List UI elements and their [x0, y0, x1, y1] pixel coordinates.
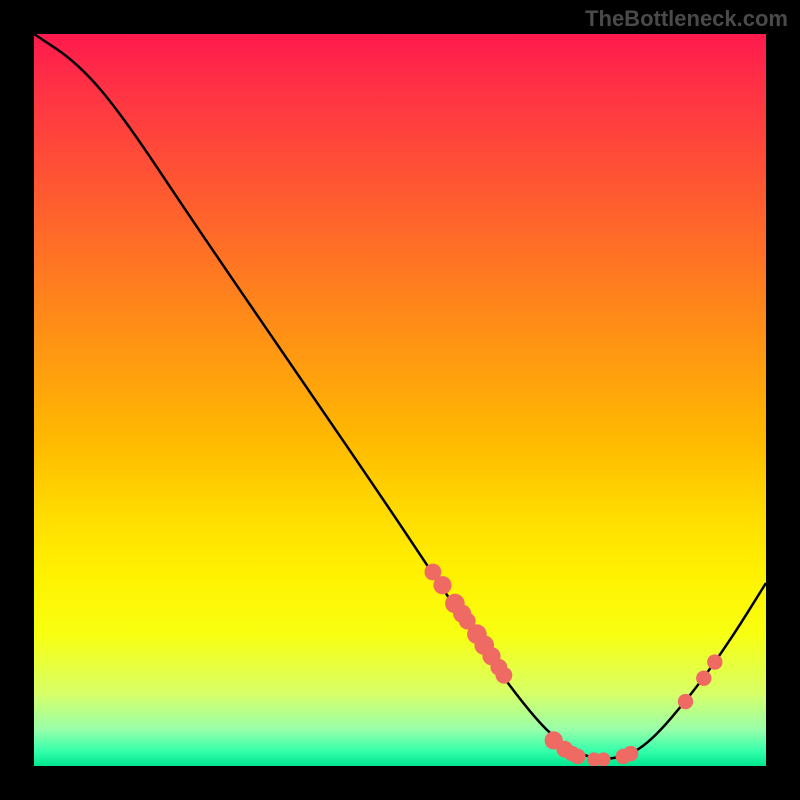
- data-point: [433, 576, 451, 594]
- curve-line: [34, 34, 766, 759]
- chart-container: TheBottleneck.com: [0, 0, 800, 800]
- data-point: [696, 671, 711, 686]
- data-point: [597, 752, 611, 766]
- data-point: [707, 654, 722, 669]
- watermark-text: TheBottleneck.com: [585, 6, 788, 32]
- data-point: [496, 667, 513, 684]
- data-points: [425, 564, 723, 766]
- data-point: [623, 746, 638, 761]
- data-point: [570, 749, 585, 764]
- plot-area: [34, 34, 766, 766]
- data-point: [678, 694, 693, 709]
- chart-svg: [34, 34, 766, 766]
